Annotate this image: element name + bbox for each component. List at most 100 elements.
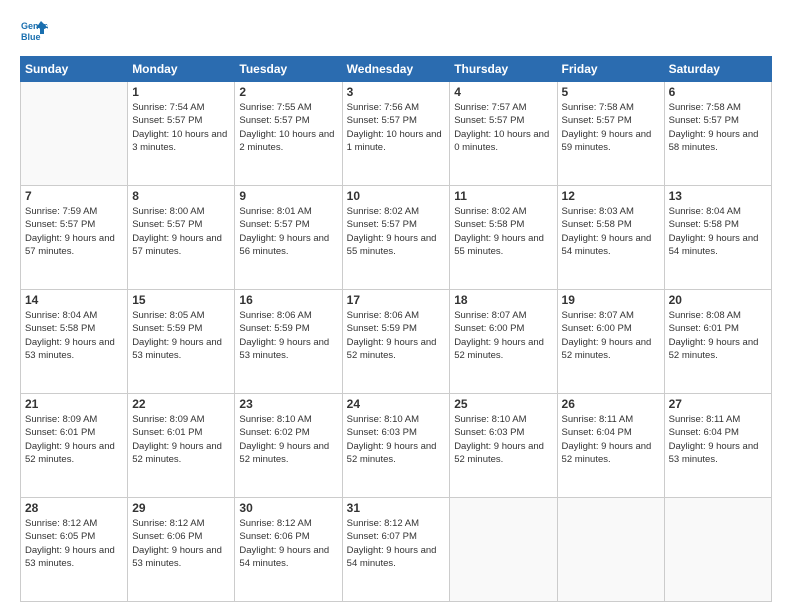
day-info: Sunrise: 8:11 AMSunset: 6:04 PMDaylight:…: [669, 413, 767, 466]
day-number: 28: [25, 501, 123, 515]
day-info: Sunrise: 8:04 AMSunset: 5:58 PMDaylight:…: [669, 205, 767, 258]
day-number: 17: [347, 293, 446, 307]
day-info: Sunrise: 8:11 AMSunset: 6:04 PMDaylight:…: [562, 413, 660, 466]
weekday-header-thursday: Thursday: [450, 57, 557, 82]
svg-text:Blue: Blue: [21, 32, 41, 42]
day-number: 24: [347, 397, 446, 411]
day-info: Sunrise: 8:03 AMSunset: 5:58 PMDaylight:…: [562, 205, 660, 258]
day-number: 14: [25, 293, 123, 307]
weekday-header-saturday: Saturday: [664, 57, 771, 82]
calendar-week-1: 1 Sunrise: 7:54 AMSunset: 5:57 PMDaylight…: [21, 82, 772, 186]
calendar-cell: 26Sunrise: 8:11 AMSunset: 6:04 PMDayligh…: [557, 394, 664, 498]
logo-icon: General Blue: [20, 18, 48, 46]
calendar-cell: 24 Sunrise: 8:10 AMSunset: 6:03 PMDayligh…: [342, 394, 450, 498]
calendar-cell: 6 Sunrise: 7:58 AMSunset: 5:57 PMDaylight…: [664, 82, 771, 186]
day-info: Sunrise: 8:08 AMSunset: 6:01 PMDaylight:…: [669, 309, 767, 362]
day-info: Sunrise: 8:10 AMSunset: 6:03 PMDaylight:…: [454, 413, 552, 466]
weekday-header-row: SundayMondayTuesdayWednesdayThursdayFrid…: [21, 57, 772, 82]
weekday-header-friday: Friday: [557, 57, 664, 82]
day-info: Sunrise: 8:06 AMSunset: 5:59 PMDaylight:…: [347, 309, 446, 362]
day-number: 11: [454, 189, 552, 203]
calendar-week-4: 21 Sunrise: 8:09 AMSunset: 6:01 PMDayligh…: [21, 394, 772, 498]
calendar-cell: 16 Sunrise: 8:06 AMSunset: 5:59 PMDayligh…: [235, 290, 342, 394]
day-number: 4: [454, 85, 552, 99]
weekday-header-wednesday: Wednesday: [342, 57, 450, 82]
day-info: Sunrise: 8:04 AMSunset: 5:58 PMDaylight:…: [25, 309, 123, 362]
logo: General Blue: [20, 18, 52, 46]
day-number: 3: [347, 85, 446, 99]
calendar-cell: 2Sunrise: 7:55 AMSunset: 5:57 PMDaylight…: [235, 82, 342, 186]
day-info: Sunrise: 8:01 AMSunset: 5:57 PMDaylight:…: [239, 205, 337, 258]
day-number: 21: [25, 397, 123, 411]
calendar-cell: 27 Sunrise: 8:11 AMSunset: 6:04 PMDayligh…: [664, 394, 771, 498]
calendar-cell: 25 Sunrise: 8:10 AMSunset: 6:03 PMDayligh…: [450, 394, 557, 498]
calendar-cell: 22Sunrise: 8:09 AMSunset: 6:01 PMDayligh…: [128, 394, 235, 498]
calendar-cell: 23 Sunrise: 8:10 AMSunset: 6:02 PMDayligh…: [235, 394, 342, 498]
day-number: 23: [239, 397, 337, 411]
day-number: 15: [132, 293, 230, 307]
calendar-cell: 29 Sunrise: 8:12 AMSunset: 6:06 PMDayligh…: [128, 498, 235, 602]
calendar-cell: 15 Sunrise: 8:05 AMSunset: 5:59 PMDayligh…: [128, 290, 235, 394]
calendar-cell: 18 Sunrise: 8:07 AMSunset: 6:00 PMDayligh…: [450, 290, 557, 394]
calendar-cell: 20 Sunrise: 8:08 AMSunset: 6:01 PMDayligh…: [664, 290, 771, 394]
day-number: 22: [132, 397, 230, 411]
day-number: 18: [454, 293, 552, 307]
calendar-cell: 9 Sunrise: 8:01 AMSunset: 5:57 PMDaylight…: [235, 186, 342, 290]
calendar-cell: 19 Sunrise: 8:07 AMSunset: 6:00 PMDayligh…: [557, 290, 664, 394]
day-number: 9: [239, 189, 337, 203]
header: General Blue: [20, 18, 772, 46]
calendar-cell: [664, 498, 771, 602]
day-info: Sunrise: 8:12 AMSunset: 6:06 PMDaylight:…: [132, 517, 230, 570]
calendar-cell: 7Sunrise: 7:59 AMSunset: 5:57 PMDaylight…: [21, 186, 128, 290]
day-info: Sunrise: 7:58 AMSunset: 5:57 PMDaylight:…: [562, 101, 660, 154]
calendar-cell: 17 Sunrise: 8:06 AMSunset: 5:59 PMDayligh…: [342, 290, 450, 394]
day-info: Sunrise: 7:57 AMSunset: 5:57 PMDaylight:…: [454, 101, 552, 154]
day-info: Sunrise: 8:06 AMSunset: 5:59 PMDaylight:…: [239, 309, 337, 362]
day-info: Sunrise: 8:10 AMSunset: 6:02 PMDaylight:…: [239, 413, 337, 466]
day-number: 19: [562, 293, 660, 307]
weekday-header-tuesday: Tuesday: [235, 57, 342, 82]
day-number: 7: [25, 189, 123, 203]
day-number: 29: [132, 501, 230, 515]
day-info: Sunrise: 8:07 AMSunset: 6:00 PMDaylight:…: [562, 309, 660, 362]
day-info: Sunrise: 7:54 AMSunset: 5:57 PMDaylight:…: [132, 101, 230, 154]
calendar-cell: 8Sunrise: 8:00 AMSunset: 5:57 PMDaylight…: [128, 186, 235, 290]
day-number: 27: [669, 397, 767, 411]
day-number: 10: [347, 189, 446, 203]
calendar-cell: [450, 498, 557, 602]
day-info: Sunrise: 7:58 AMSunset: 5:57 PMDaylight:…: [669, 101, 767, 154]
day-number: 2: [239, 85, 337, 99]
day-number: 8: [132, 189, 230, 203]
day-info: Sunrise: 8:05 AMSunset: 5:59 PMDaylight:…: [132, 309, 230, 362]
weekday-header-sunday: Sunday: [21, 57, 128, 82]
calendar-cell: 21 Sunrise: 8:09 AMSunset: 6:01 PMDayligh…: [21, 394, 128, 498]
calendar-cell: 14 Sunrise: 8:04 AMSunset: 5:58 PMDayligh…: [21, 290, 128, 394]
day-number: 20: [669, 293, 767, 307]
calendar-week-5: 28 Sunrise: 8:12 AMSunset: 6:05 PMDayligh…: [21, 498, 772, 602]
calendar-cell: 5Sunrise: 7:58 AMSunset: 5:57 PMDaylight…: [557, 82, 664, 186]
day-number: 6: [669, 85, 767, 99]
day-number: 25: [454, 397, 552, 411]
day-info: Sunrise: 8:10 AMSunset: 6:03 PMDaylight:…: [347, 413, 446, 466]
day-info: Sunrise: 8:12 AMSunset: 6:07 PMDaylight:…: [347, 517, 446, 570]
calendar-cell: [557, 498, 664, 602]
day-info: Sunrise: 8:12 AMSunset: 6:06 PMDaylight:…: [239, 517, 337, 570]
day-number: 13: [669, 189, 767, 203]
calendar-week-3: 14 Sunrise: 8:04 AMSunset: 5:58 PMDayligh…: [21, 290, 772, 394]
calendar-cell: 10Sunrise: 8:02 AMSunset: 5:57 PMDayligh…: [342, 186, 450, 290]
calendar-cell: [21, 82, 128, 186]
calendar-cell: 31 Sunrise: 8:12 AMSunset: 6:07 PMDayligh…: [342, 498, 450, 602]
day-info: Sunrise: 8:09 AMSunset: 6:01 PMDaylight:…: [25, 413, 123, 466]
calendar-week-2: 7Sunrise: 7:59 AMSunset: 5:57 PMDaylight…: [21, 186, 772, 290]
day-info: Sunrise: 7:56 AMSunset: 5:57 PMDaylight:…: [347, 101, 446, 154]
page: General Blue SundayMondayTuesdayWednesda…: [0, 0, 792, 612]
day-info: Sunrise: 8:07 AMSunset: 6:00 PMDaylight:…: [454, 309, 552, 362]
day-number: 1: [132, 85, 230, 99]
day-number: 30: [239, 501, 337, 515]
day-number: 16: [239, 293, 337, 307]
day-info: Sunrise: 8:12 AMSunset: 6:05 PMDaylight:…: [25, 517, 123, 570]
day-number: 12: [562, 189, 660, 203]
calendar-cell: 12 Sunrise: 8:03 AMSunset: 5:58 PMDayligh…: [557, 186, 664, 290]
calendar-cell: 11Sunrise: 8:02 AMSunset: 5:58 PMDayligh…: [450, 186, 557, 290]
day-number: 31: [347, 501, 446, 515]
